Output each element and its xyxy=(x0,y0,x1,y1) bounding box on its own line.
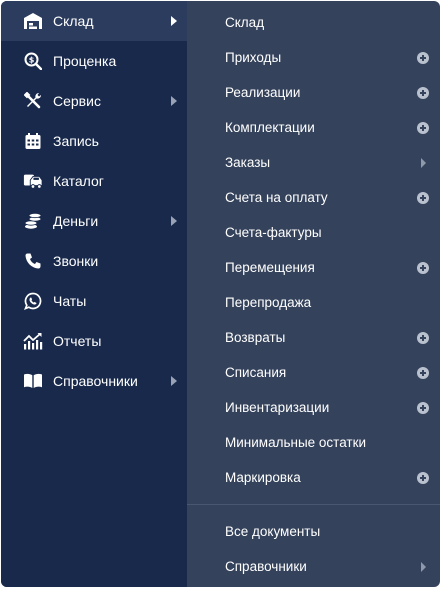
submenu-item-label: Приходы xyxy=(225,50,282,65)
submenu-item-label: Счета на оплату xyxy=(225,190,328,205)
submenu-item-label: Перемещения xyxy=(225,260,315,275)
sidebar-item-spravochniki[interactable]: Справочники xyxy=(1,361,187,401)
sidebar-item-servis[interactable]: Сервис xyxy=(1,81,187,121)
sidebar-item-dengi[interactable]: Деньги xyxy=(1,201,187,241)
sidebar-item-label: Справочники xyxy=(53,373,138,389)
chevron-right-icon xyxy=(171,216,177,226)
submenu-divider xyxy=(187,504,440,505)
sidebar-item-label: Деньги xyxy=(53,213,99,229)
add-icon[interactable] xyxy=(417,471,429,484)
submenu-item[interactable]: Маркировка xyxy=(187,460,440,495)
submenu-item[interactable]: Возвраты xyxy=(187,320,440,355)
submenu-item-label: Маркировка xyxy=(225,470,301,485)
sidebar-item-katalog[interactable]: Каталог xyxy=(1,161,187,201)
submenu-item-label: Справочники xyxy=(225,559,307,574)
submenu-item[interactable]: Все документы xyxy=(187,514,440,549)
submenu-item-label: Инвентаризации xyxy=(225,400,330,415)
submenu-item[interactable]: Минимальные остатки xyxy=(187,425,440,460)
submenu-item-label: Реализации xyxy=(225,85,301,100)
submenu-item-label: Счета-фактуры xyxy=(225,225,322,240)
price-search-icon: $ xyxy=(23,51,43,71)
submenu-item[interactable]: Счета-фактуры xyxy=(187,215,440,250)
coins-icon xyxy=(23,211,43,231)
sidebar-item-sklad[interactable]: Склад xyxy=(1,1,187,41)
calendar-icon xyxy=(23,131,43,151)
submenu-item[interactable]: Комплектации xyxy=(187,110,440,145)
submenu-item[interactable]: Перепродажа xyxy=(187,285,440,320)
sidebar-item-label: Звонки xyxy=(53,253,99,269)
submenu-panel: Склад Приходы Реализации Комплектации Заказы… xyxy=(187,1,440,587)
chevron-right-icon xyxy=(171,96,177,106)
add-icon[interactable] xyxy=(417,191,429,204)
chevron-right-icon xyxy=(421,561,426,572)
svg-text:$: $ xyxy=(29,56,35,65)
whatsapp-icon xyxy=(23,291,43,311)
sidebar-item-chaty[interactable]: Чаты xyxy=(1,281,187,321)
sidebar-item-label: Сервис xyxy=(53,93,101,109)
submenu-item[interactable]: Реализации xyxy=(187,75,440,110)
chevron-right-icon xyxy=(171,16,177,26)
submenu-item[interactable]: Заказы xyxy=(187,145,440,180)
submenu-item-label: Перепродажа xyxy=(225,295,312,310)
sidebar-item-label: Запись xyxy=(53,133,99,149)
book-icon xyxy=(23,371,43,391)
add-icon[interactable] xyxy=(417,86,429,99)
submenu-item[interactable]: Справочники xyxy=(187,549,440,584)
add-icon[interactable] xyxy=(417,366,429,379)
car-catalog-icon xyxy=(23,171,43,191)
sidebar-item-label: Каталог xyxy=(53,173,104,189)
submenu-item-label: Минимальные остатки xyxy=(225,435,367,450)
add-icon[interactable] xyxy=(417,331,429,344)
sidebar-item-label: Отчеты xyxy=(53,333,102,349)
sidebar-item-label: Проценка xyxy=(53,53,117,69)
sidebar-item-otchety[interactable]: Отчеты xyxy=(1,321,187,361)
tools-icon xyxy=(23,91,43,111)
submenu-item[interactable]: Перемещения xyxy=(187,250,440,285)
add-icon[interactable] xyxy=(417,121,429,134)
submenu-item[interactable]: Счета на оплату xyxy=(187,180,440,215)
add-icon[interactable] xyxy=(417,401,429,414)
submenu-item-label: Заказы xyxy=(225,155,271,170)
sidebar-item-label: Чаты xyxy=(53,293,87,309)
sidebar-item-procenka[interactable]: $ Проценка xyxy=(1,41,187,81)
submenu-item-label: Возвраты xyxy=(225,330,286,345)
navigation-panel: Склад $ Проценка Сервис Запись Каталог Деньги З… xyxy=(1,1,440,587)
chevron-right-icon xyxy=(171,376,177,386)
warehouse-icon xyxy=(23,11,43,31)
submenu-item-label: Склад xyxy=(225,15,265,30)
submenu-item-label: Все документы xyxy=(225,524,321,539)
submenu-item-label: Списания xyxy=(225,365,287,380)
sidebar-item-zapis[interactable]: Запись xyxy=(1,121,187,161)
sidebar-item-label: Склад xyxy=(53,13,94,29)
app-frame: Склад $ Проценка Сервис Запись Каталог Деньги З… xyxy=(0,0,441,589)
phone-icon xyxy=(23,251,43,271)
submenu-item[interactable]: Склад xyxy=(187,5,440,40)
main-sidebar: Склад $ Проценка Сервис Запись Каталог Деньги З… xyxy=(1,1,187,587)
submenu-item-label: Комплектации xyxy=(225,120,315,135)
add-icon[interactable] xyxy=(417,261,429,274)
chevron-right-icon xyxy=(421,157,426,168)
submenu-item[interactable]: Инвентаризации xyxy=(187,390,440,425)
add-icon[interactable] xyxy=(417,51,429,64)
submenu-item[interactable]: Приходы xyxy=(187,40,440,75)
chart-icon xyxy=(23,331,43,351)
sidebar-item-zvonki[interactable]: Звонки xyxy=(1,241,187,281)
submenu-item[interactable]: Списания xyxy=(187,355,440,390)
